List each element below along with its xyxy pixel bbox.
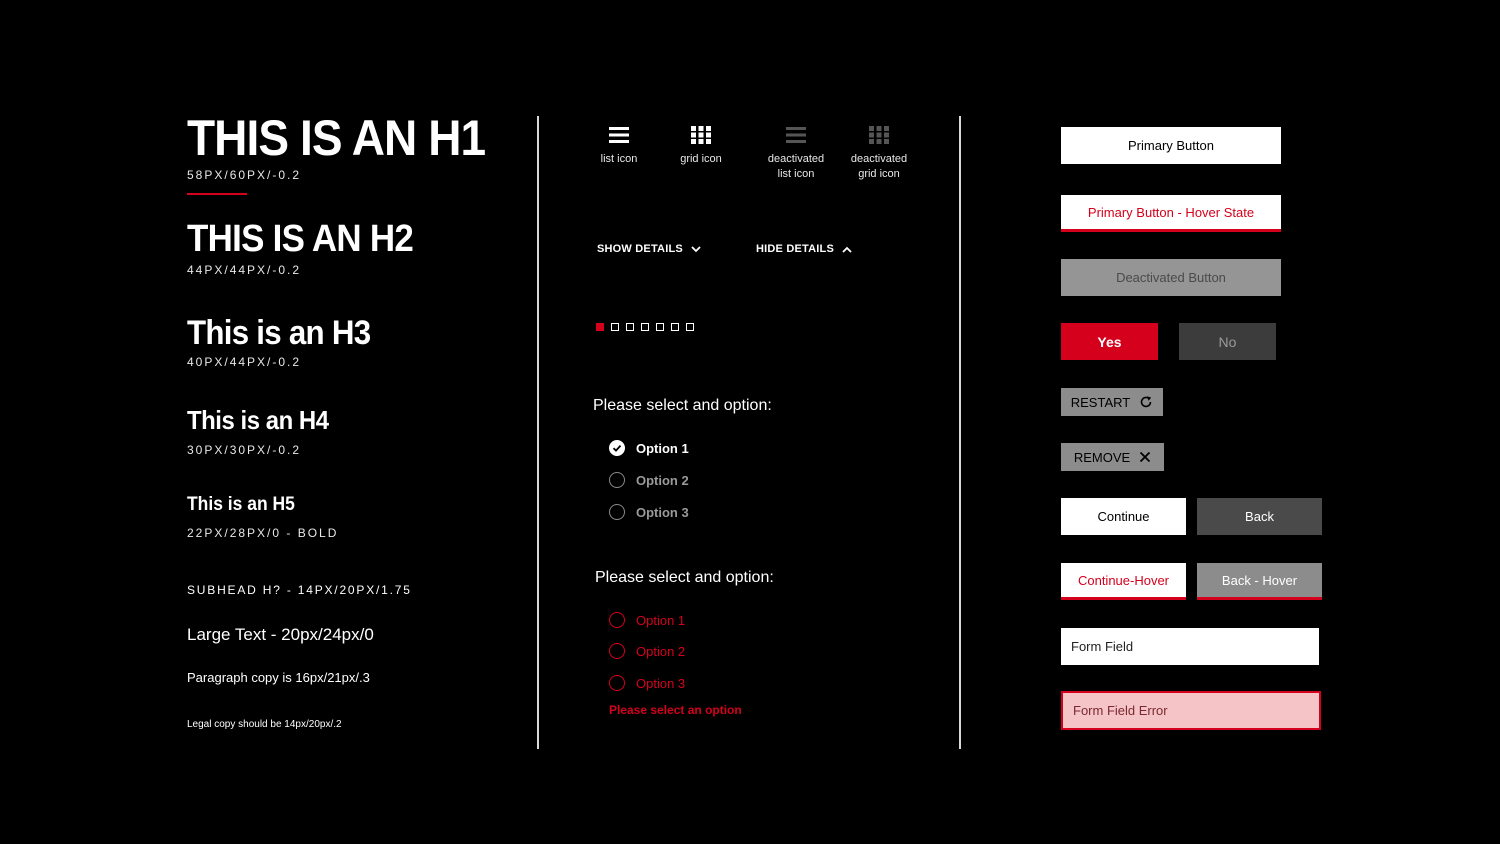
primary-button-hover[interactable]: Primary Button - Hover State <box>1061 195 1281 232</box>
pagination-dot[interactable] <box>656 323 664 331</box>
h3-sample: This is an H3 <box>187 314 371 352</box>
radio-2-option-2[interactable]: Option 2 <box>609 641 685 661</box>
yes-button[interactable]: Yes <box>1061 323 1158 360</box>
radio-2-option-1[interactable]: Option 1 <box>609 610 685 630</box>
pagination-dot[interactable] <box>626 323 634 331</box>
radio-1-option-3-label: Option 3 <box>636 504 689 520</box>
h1-red-rule <box>187 193 247 195</box>
deactivated-grid-label-1: deactivated <box>850 153 908 165</box>
radio-error-icon <box>609 612 625 628</box>
deactivated-button: Deactivated Button <box>1061 259 1281 296</box>
column-divider-left <box>537 116 539 749</box>
radio-unchecked-icon <box>609 504 625 520</box>
h1-spec: 58PX/60PX/-0.2 <box>187 168 302 182</box>
large-text-sample: Large Text - 20px/24px/0 <box>187 625 374 644</box>
chevron-up-icon <box>842 246 852 253</box>
radio-1-option-2-label: Option 2 <box>636 472 689 488</box>
h5-sample: This is an H5 <box>187 494 295 515</box>
h3-spec: 40PX/44PX/-0.2 <box>187 355 302 369</box>
list-icon-item[interactable]: list icon <box>589 125 649 167</box>
h2-sample: THIS IS AN H2 <box>187 218 414 260</box>
continue-button-hover[interactable]: Continue-Hover <box>1061 563 1186 600</box>
radio-error-message: Please select an option <box>609 703 742 717</box>
refresh-icon <box>1139 395 1153 409</box>
subhead-sample: SUBHEAD H? - 14PX/20PX/1.75 <box>187 583 412 597</box>
pagination-dot[interactable] <box>611 323 619 331</box>
deactivated-list-label-1: deactivated <box>767 153 825 165</box>
restart-button[interactable]: RESTART <box>1061 388 1163 416</box>
grid-icon <box>691 126 711 144</box>
no-button[interactable]: No <box>1179 323 1276 360</box>
radio-2-option-2-label: Option 2 <box>636 643 686 659</box>
grid-icon-label: grid icon <box>680 153 722 165</box>
hide-details-label: HIDE DETAILS <box>756 243 834 255</box>
radio-2-option-1-label: Option 1 <box>636 612 686 628</box>
radio-1-option-1[interactable]: Option 1 <box>609 438 689 458</box>
pagination-dot[interactable] <box>641 323 649 331</box>
restart-button-label: RESTART <box>1070 394 1131 410</box>
form-field[interactable]: Form Field <box>1061 628 1319 665</box>
remove-button[interactable]: REMOVE <box>1061 443 1164 471</box>
deactivated-grid-icon-item: deactivated grid icon <box>839 125 919 182</box>
legal-sample: Legal copy should be 14px/20px/.2 <box>187 719 342 730</box>
deactivated-list-icon <box>786 127 806 143</box>
back-button-hover[interactable]: Back - Hover <box>1197 563 1322 600</box>
h2-spec: 44PX/44PX/-0.2 <box>187 263 302 277</box>
chevron-down-icon <box>691 245 701 252</box>
deactivated-list-label-2: list icon <box>777 168 815 180</box>
radio-group-1-question: Please select and option: <box>593 397 772 414</box>
deactivated-grid-label-2: grid icon <box>858 168 900 180</box>
show-details-toggle[interactable]: SHOW DETAILS <box>597 243 701 255</box>
remove-button-label: REMOVE <box>1073 449 1131 465</box>
pagination-dot-active[interactable] <box>596 323 604 331</box>
radio-error-icon <box>609 675 625 691</box>
radio-1-option-3[interactable]: Option 3 <box>609 502 689 522</box>
h1-sample: THIS IS AN H1 <box>187 110 486 166</box>
column-divider-right <box>959 116 961 749</box>
radio-1-option-1-label: Option 1 <box>636 440 689 456</box>
deactivated-grid-icon <box>869 126 889 144</box>
paragraph-sample: Paragraph copy is 16px/21px/.3 <box>187 670 370 685</box>
radio-group-2-question: Please select and option: <box>595 569 774 586</box>
hide-details-toggle[interactable]: HIDE DETAILS <box>756 243 852 255</box>
pagination-dot[interactable] <box>686 323 694 331</box>
h4-sample: This is an H4 <box>187 405 329 435</box>
list-icon-label: list icon <box>600 153 638 165</box>
back-button[interactable]: Back <box>1197 498 1322 535</box>
radio-1-option-2[interactable]: Option 2 <box>609 470 689 490</box>
radio-2-option-3-label: Option 3 <box>636 675 686 691</box>
show-details-label: SHOW DETAILS <box>597 243 683 255</box>
pagination-dot[interactable] <box>671 323 679 331</box>
radio-unchecked-icon <box>609 472 625 488</box>
deactivated-list-icon-item: deactivated list icon <box>756 125 836 182</box>
h4-spec: 30PX/30PX/-0.2 <box>187 443 302 457</box>
primary-button[interactable]: Primary Button <box>1061 127 1281 164</box>
continue-button[interactable]: Continue <box>1061 498 1186 535</box>
form-field-error[interactable]: Form Field Error <box>1061 691 1321 730</box>
grid-icon-item[interactable]: grid icon <box>671 125 731 167</box>
h5-spec: 22PX/28PX/0 - BOLD <box>187 526 339 540</box>
pagination-dots <box>596 323 694 331</box>
radio-2-option-3[interactable]: Option 3 <box>609 673 685 693</box>
list-icon <box>609 127 629 143</box>
radio-checked-icon <box>609 440 625 456</box>
radio-error-icon <box>609 643 625 659</box>
close-icon <box>1139 451 1151 463</box>
